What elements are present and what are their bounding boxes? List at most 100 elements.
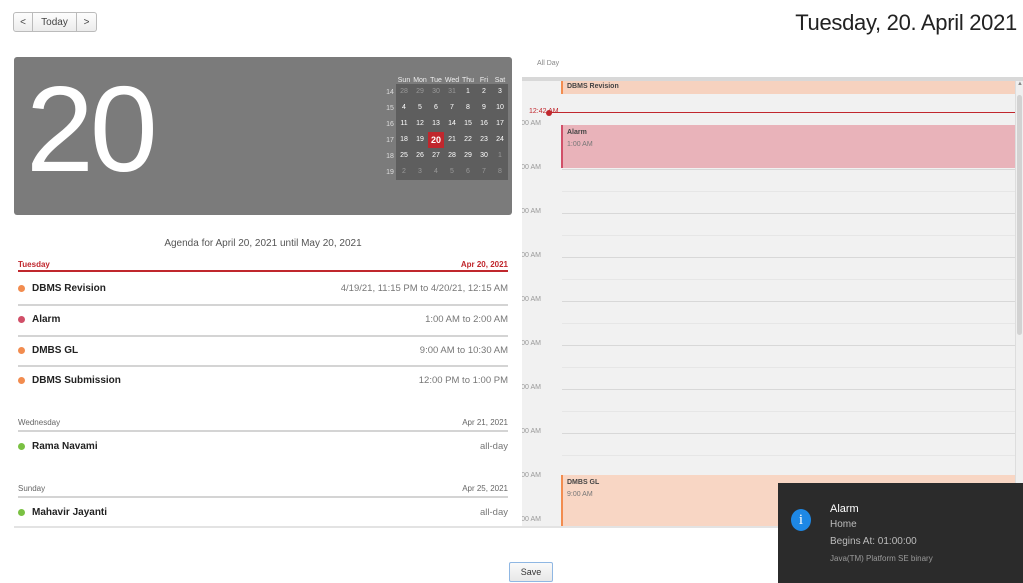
agenda-item[interactable]: Rama Navami all-day <box>18 441 508 452</box>
timeline-event[interactable]: DBMS Revision <box>561 81 1015 94</box>
toast-title: Alarm <box>830 503 859 515</box>
day-cell[interactable]: 6 <box>460 164 476 180</box>
hour-label: 3:00 AM <box>522 208 541 215</box>
day-cell[interactable]: 15 <box>460 116 476 132</box>
weekday-label: Thu <box>461 77 475 84</box>
event-time: all-day <box>480 441 508 452</box>
day-cell[interactable]: 29 <box>460 148 476 164</box>
day-cell[interactable]: 4 <box>428 164 444 180</box>
day-cell[interactable]: 12 <box>412 116 428 132</box>
agenda-item[interactable]: Alarm 1:00 AM to 2:00 AM <box>18 314 508 325</box>
day-cell[interactable]: 26 <box>412 148 428 164</box>
hour-gridline <box>562 257 1015 258</box>
day-cell[interactable]: 24 <box>492 132 508 148</box>
day-cell[interactable]: 11 <box>396 116 412 132</box>
hour-label: 2:00 AM <box>522 164 541 171</box>
previous-button[interactable]: < <box>13 12 33 32</box>
day-cell[interactable]: 3 <box>492 84 508 100</box>
day-cell[interactable]: 28 <box>444 148 460 164</box>
agenda-item[interactable]: Mahavir Jayanti all-day <box>18 507 508 518</box>
day-cell[interactable]: 13 <box>428 116 444 132</box>
notification-toast[interactable]: i Alarm Home Begins At: 01:00:00 Java(TM… <box>778 483 1023 583</box>
selected-day-cell[interactable]: 20 <box>428 132 444 148</box>
week-number: 17 <box>386 136 394 144</box>
toast-calendar: Home <box>830 519 857 530</box>
hour-gridline <box>562 433 1015 434</box>
day-cell[interactable]: 14 <box>444 116 460 132</box>
event-color-dot <box>18 443 25 450</box>
week-number: 19 <box>386 168 394 176</box>
half-hour-gridline <box>562 235 1015 236</box>
day-cell[interactable]: 9 <box>476 100 492 116</box>
week-number: 15 <box>386 104 394 112</box>
day-cell[interactable]: 21 <box>444 132 460 148</box>
day-cell[interactable]: 31 <box>444 84 460 100</box>
hour-gridline <box>562 169 1015 170</box>
day-date: Apr 25, 2021 <box>462 484 508 493</box>
day-cell[interactable]: 27 <box>428 148 444 164</box>
next-button[interactable]: > <box>77 12 97 32</box>
day-cell[interactable]: 30 <box>476 148 492 164</box>
agenda-item[interactable]: DBMS Revision 4/19/21, 11:15 PM to 4/20/… <box>18 283 508 294</box>
current-time-dot <box>546 110 552 116</box>
page-title: Tuesday, 20. April 2021 <box>795 10 1017 35</box>
timeline-event[interactable]: Alarm 1:00 AM <box>561 125 1015 168</box>
weekday-label: Sun <box>397 77 411 84</box>
all-day-label: All Day <box>537 60 560 67</box>
event-time: 9:00 AM to 10:30 AM <box>419 345 508 356</box>
event-time: 1:00 AM to 2:00 AM <box>425 314 508 325</box>
day-cell[interactable]: 8 <box>460 100 476 116</box>
day-cell[interactable]: 5 <box>412 100 428 116</box>
scroll-up-icon[interactable]: ▲ <box>1017 81 1023 87</box>
day-cell[interactable]: 2 <box>476 84 492 100</box>
info-icon: i <box>791 509 811 531</box>
save-button[interactable]: Save <box>509 562 553 582</box>
day-cell[interactable]: 1 <box>460 84 476 100</box>
day-cell[interactable]: 16 <box>476 116 492 132</box>
hour-label: 8:00 AM <box>522 428 541 435</box>
day-cell[interactable]: 17 <box>492 116 508 132</box>
day-cell[interactable]: 3 <box>412 164 428 180</box>
day-cell[interactable]: 5 <box>444 164 460 180</box>
event-name: Mahavir Jayanti <box>32 507 108 518</box>
hour-label: 6:00 AM <box>522 340 541 347</box>
day-cell[interactable]: 19 <box>412 132 428 148</box>
timeline-grid[interactable]: 10:00 AM 9:00 AM 8:00 AM 7:00 AM 6:00 AM 5:00… <box>522 81 1015 527</box>
day-cell[interactable]: 25 <box>396 148 412 164</box>
day-cell[interactable]: 8 <box>492 164 508 180</box>
weekday-label: Sat <box>494 77 506 84</box>
event-color-dot <box>18 285 25 292</box>
day-cell[interactable]: 23 <box>476 132 492 148</box>
agenda-item[interactable]: DMBS GL 9:00 AM to 10:30 AM <box>18 345 508 356</box>
scrollbar-thumb[interactable] <box>1017 95 1022 335</box>
day-date: Apr 20, 2021 <box>460 260 508 269</box>
day-cell[interactable]: 1 <box>492 148 508 164</box>
event-name: Rama Navami <box>32 441 98 452</box>
agenda-item[interactable]: DBMS Submission 12:00 PM to 1:00 PM <box>18 375 508 386</box>
day-cell[interactable]: 7 <box>444 100 460 116</box>
week-number: 18 <box>386 152 394 160</box>
day-cell[interactable]: 4 <box>396 100 412 116</box>
day-cell[interactable]: 10 <box>492 100 508 116</box>
day-timeline: All Day 10:00 AM 9:00 AM 8:00 AM 7:00 AM 6:0… <box>522 57 1023 527</box>
day-cell[interactable]: 18 <box>396 132 412 148</box>
event-name: DMBS GL <box>32 345 79 356</box>
day-cell[interactable]: 28 <box>396 84 412 100</box>
day-name: Sunday <box>18 484 46 493</box>
day-name: Tuesday <box>18 260 50 269</box>
day-cell[interactable]: 6 <box>428 100 444 116</box>
today-button[interactable]: Today <box>33 12 77 32</box>
agenda-day-header: Tuesday Apr 20, 2021 <box>18 260 508 269</box>
day-cell[interactable]: 7 <box>476 164 492 180</box>
vertical-scrollbar[interactable]: ▲ <box>1015 81 1023 527</box>
current-time-line <box>550 112 1015 113</box>
week-number: 14 <box>386 88 394 96</box>
hour-label: 7:00 AM <box>522 384 541 391</box>
event-name: Alarm <box>32 314 61 325</box>
day-cell[interactable]: 2 <box>396 164 412 180</box>
hour-label: 10:00 AM <box>522 516 541 523</box>
day-cell[interactable]: 22 <box>460 132 476 148</box>
day-cell[interactable]: 29 <box>412 84 428 100</box>
separator <box>18 335 508 337</box>
day-cell[interactable]: 30 <box>428 84 444 100</box>
